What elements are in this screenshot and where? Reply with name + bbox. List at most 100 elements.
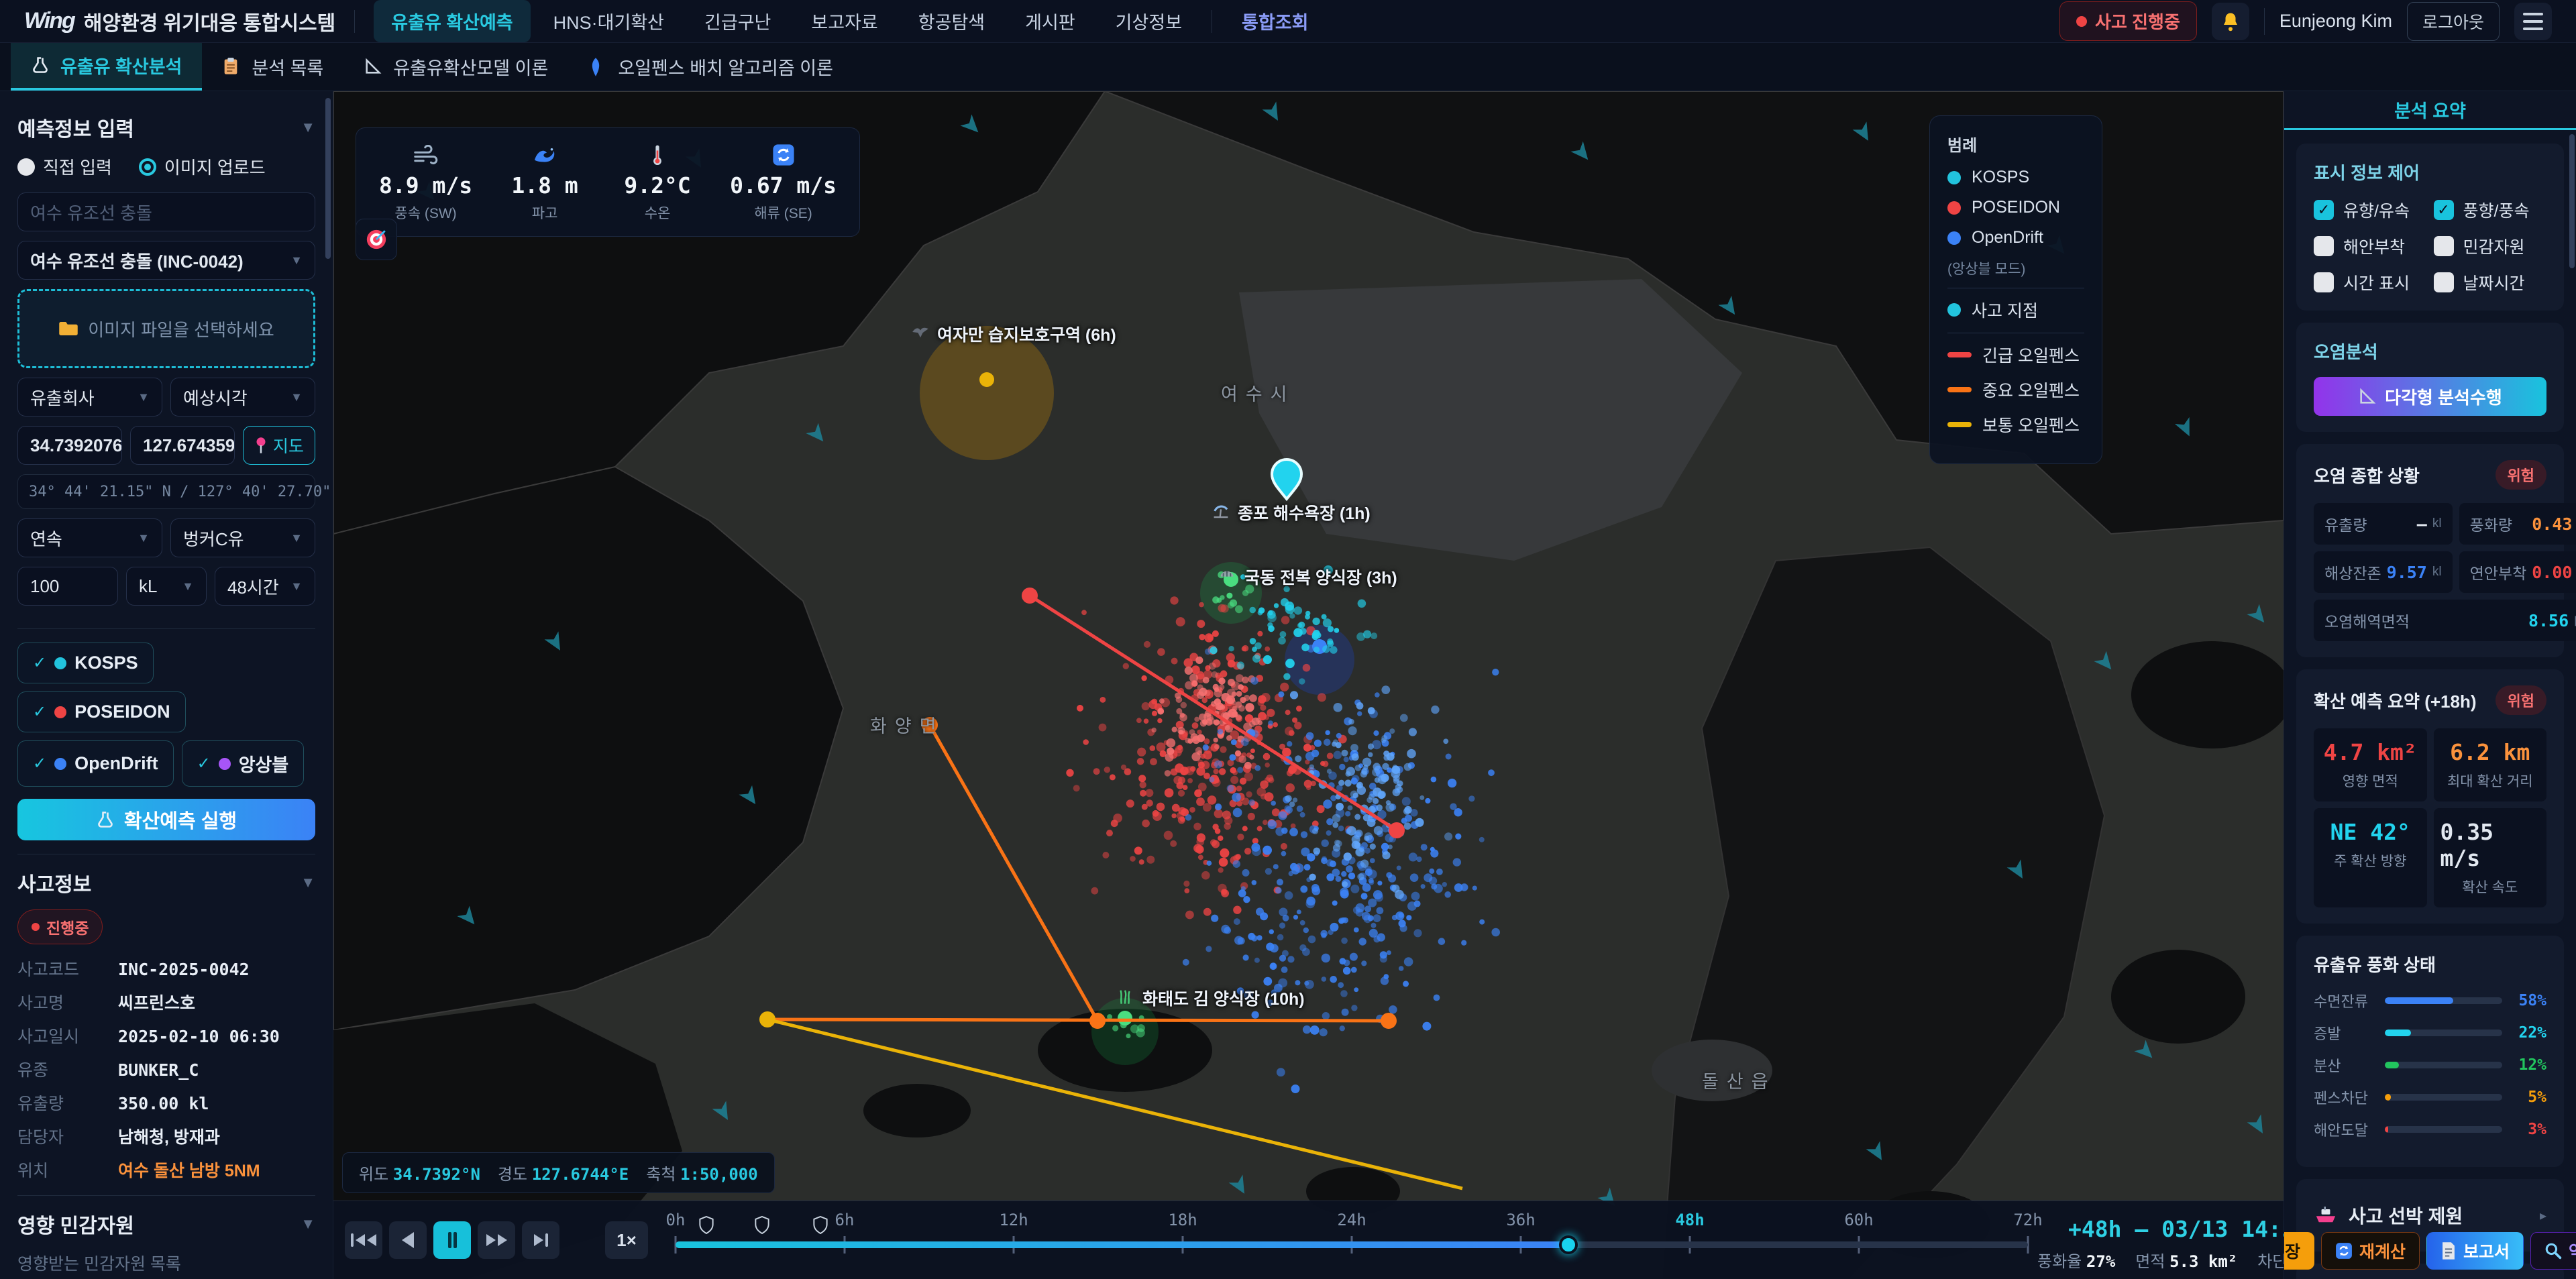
rightpanel-scrollbar[interactable]	[2569, 134, 2575, 268]
weather-value: 1.8 m	[511, 172, 578, 199]
timeline-tick-label: 0h	[666, 1211, 686, 1229]
pollution-analysis-title: 오염분석	[2314, 339, 2546, 364]
timeline-knob[interactable]	[1559, 1235, 1578, 1254]
radio-direct-input[interactable]: 직접 입력	[17, 154, 112, 179]
incident-row: 담당자남해청, 방재과	[17, 1124, 315, 1148]
logout-button[interactable]: 로그아웃	[2407, 2, 2500, 41]
weathering-bar-펜스차단: 펜스차단5%	[2314, 1087, 2546, 1108]
display-check-민감자원[interactable]: 민감자원	[2434, 234, 2547, 258]
target-icon	[365, 228, 388, 251]
notifications-button[interactable]	[2212, 3, 2249, 40]
focus-incident-button[interactable]	[356, 219, 397, 260]
unit-select[interactable]: kL ▼	[126, 567, 207, 606]
incident-row-label: 사고일시	[17, 1023, 118, 1048]
timeline-track[interactable]	[676, 1241, 2028, 1248]
left-sidebar: 예측정보 입력 ▼ 직접 입력 이미지 업로드 여수 유조선 충돌 여수 유조선…	[0, 91, 333, 1279]
fence-event-marker-icon[interactable]	[813, 1216, 828, 1234]
current-time-display: +48h — 03/13 14:52 KST	[2068, 1216, 2284, 1242]
weather-value: 0.67 m/s	[730, 172, 837, 199]
model-label: KOSPS	[74, 653, 138, 673]
collapse-caret-icon[interactable]: ▼	[301, 874, 315, 891]
display-control-title: 표시 정보 제어	[2314, 160, 2546, 184]
check-label: 유향/유속	[2343, 198, 2410, 222]
tab-유출유확산모델 이론[interactable]: 유출유확산모델 이론	[343, 43, 568, 91]
weather-cell: 9.2°C수온	[617, 142, 698, 223]
pollution-analysis-card: 오염분석 다각형 분석수행	[2296, 323, 2564, 432]
model-chip-KOSPS[interactable]: ✓KOSPS	[17, 643, 154, 683]
beach-icon	[1212, 503, 1231, 522]
weather-value: 9.2°C	[624, 172, 690, 199]
company-select[interactable]: 유출회사 ▼	[17, 378, 162, 416]
action-button-저장[interactable]: 저장	[2284, 1232, 2314, 1270]
radio-image-upload[interactable]: 이미지 업로드	[139, 154, 266, 179]
nav-item[interactable]: 유출유 확산예측	[374, 0, 530, 42]
report-icon	[2440, 1241, 2457, 1260]
sidebar-scrollbar[interactable]	[325, 98, 331, 259]
app-title: 해양환경 위기대응 통합시스템	[84, 7, 335, 36]
nav-item[interactable]: 긴급구난	[687, 0, 788, 42]
time-select[interactable]: 예상시각 ▼	[170, 378, 315, 416]
nav-item[interactable]: 보고자료	[794, 0, 895, 42]
display-check-날짜시간[interactable]: 날짜시간	[2434, 270, 2547, 294]
amount-input[interactable]: 100	[17, 567, 118, 606]
danger-badge: 위험	[2496, 460, 2546, 490]
recalc-icon	[2335, 1242, 2353, 1260]
action-button-보고서[interactable]: 보고서	[2426, 1232, 2524, 1270]
timeline-stats: 풍화율 27%면적 5.3 km²차단율 83%	[2037, 1248, 2284, 1272]
poi-label-text: 국동 전복 양식장 (3h)	[1244, 565, 1397, 589]
app-logo: Wing 해양환경 위기대응 통합시스템	[24, 7, 335, 36]
action-button-row: 저장재계산보고서역추적	[2284, 1232, 2576, 1270]
run-prediction-button[interactable]: 확산예측 실행	[17, 799, 315, 840]
oil-type-select[interactable]: 벙커C유 ▼	[170, 518, 315, 557]
model-chip-OpenDrift[interactable]: ✓OpenDrift	[17, 740, 174, 787]
display-check-해안부착[interactable]: 해안부착	[2314, 234, 2427, 258]
collapse-caret-icon[interactable]: ▼	[301, 119, 315, 136]
bell-icon	[2220, 11, 2241, 32]
tab-유출유 확산분석[interactable]: 유출유 확산분석	[11, 43, 202, 91]
image-dropzone[interactable]: 이미지 파일을 선택하세요	[17, 289, 315, 368]
incident-select[interactable]: 여수 유조선 충돌 (INC-0042) ▼	[17, 241, 315, 280]
display-check-시간 표시[interactable]: 시간 표시	[2314, 270, 2427, 294]
pick-on-map-button[interactable]: 지도	[243, 426, 315, 465]
incident-row-value: 350.00 kl	[118, 1094, 209, 1113]
red-dot-icon	[2076, 16, 2087, 27]
longitude-input[interactable]: 127.674359903	[130, 426, 235, 465]
nav-item[interactable]: 통합조회	[1224, 0, 1326, 42]
menu-button[interactable]	[2514, 3, 2552, 40]
logo-mark-icon: Wing	[24, 8, 74, 34]
polygon-analysis-button[interactable]: 다각형 분석수행	[2314, 377, 2546, 416]
map-canvas[interactable]: 8.9 m/s풍속 (SW)1.8 m파고9.2°C수온0.67 m/s해류 (…	[333, 91, 2284, 1279]
action-button-재계산[interactable]: 재계산	[2321, 1232, 2420, 1270]
timeline-stat: 풍화율 27%	[2037, 1248, 2115, 1272]
tab-분석 목록[interactable]: 분석 목록	[202, 43, 343, 91]
nav-item[interactable]: 항공탐색	[901, 0, 1002, 42]
fence-event-marker-icon[interactable]	[755, 1216, 769, 1234]
tab-오일펜스 배치 알고리즘 이론[interactable]: 오일펜스 배치 알고리즘 이론	[568, 43, 853, 91]
ship-icon	[2314, 1205, 2338, 1225]
model-chip-POSEIDON[interactable]: ✓POSEIDON	[17, 691, 186, 732]
incident-row: 사고코드INC-2025-0042	[17, 956, 315, 981]
nav-item[interactable]: 기상정보	[1098, 0, 1199, 42]
polygon-icon	[2358, 387, 2377, 406]
nav-item[interactable]: HNS·대기확산	[536, 0, 682, 42]
analysis-summary-tab[interactable]: 분석 요약	[2284, 91, 2576, 130]
nav-item[interactable]: 게시판	[1008, 0, 1093, 42]
incident-row-value: INC-2025-0042	[118, 960, 250, 979]
latitude-input[interactable]: 34.7392076023	[17, 426, 122, 465]
timeline-stat: 면적 5.3 km²	[2135, 1248, 2237, 1272]
model-chip-앙상블[interactable]: ✓앙상블	[182, 740, 305, 787]
weathering-bar-증발: 증발22%	[2314, 1022, 2546, 1044]
incident-row-label: 유출량	[17, 1091, 118, 1115]
topbar-divider	[354, 10, 355, 33]
fence-line-icon	[1947, 352, 1972, 357]
fence-event-marker-icon[interactable]	[699, 1216, 714, 1234]
collapse-caret-icon[interactable]: ▼	[301, 1215, 315, 1233]
display-check-유향/유속[interactable]: ✓유향/유속	[2314, 198, 2427, 222]
duration-select[interactable]: 48시간 ▼	[215, 567, 315, 606]
spill-type-select[interactable]: 연속 ▼	[17, 518, 162, 557]
display-check-풍향/풍속[interactable]: ✓풍향/풍속	[2434, 198, 2547, 222]
incident-name-input[interactable]: 여수 유조선 충돌	[17, 192, 315, 231]
legend-incident-item: 사고 지점	[1947, 298, 2084, 322]
action-button-역추적[interactable]: 역추적	[2530, 1232, 2576, 1270]
tab-label: 유출유확산모델 이론	[393, 54, 548, 80]
